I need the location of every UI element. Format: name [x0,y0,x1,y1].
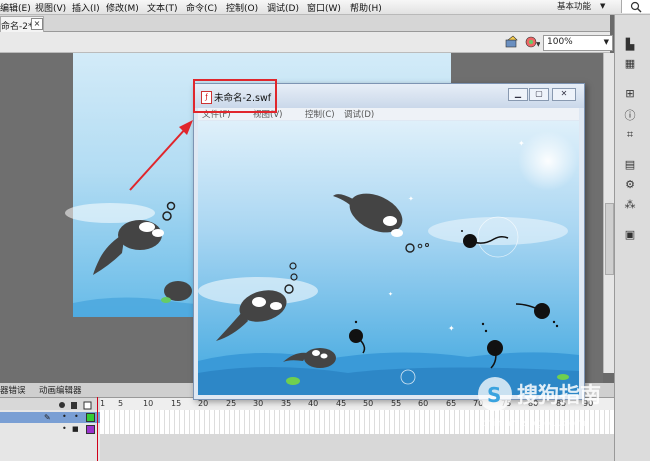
components-icon[interactable]: ▤ [623,158,637,172]
layer-color-swatch[interactable] [86,425,95,434]
dot-icon: • [74,412,79,421]
frame-number: 30 [253,399,264,408]
close-icon[interactable]: × [31,18,43,30]
eye-icon [59,402,65,408]
svg-text:▼: ▼ [536,41,540,48]
lock-icon: ■ [72,425,79,433]
frame-number: 55 [391,399,402,408]
tab-motion-editor[interactable]: 动画编辑器 [39,384,82,396]
frame-number: 1 [100,399,106,408]
menu-insert[interactable]: 插入(I) [72,1,100,14]
frame-number: 50 [363,399,374,408]
swf-scene: ✦ ✦ ✦ ✦ [198,121,579,395]
lock-icon [71,402,77,409]
maximize-button[interactable]: ▢ [529,88,549,101]
edit-symbol-icon[interactable] [505,35,519,49]
search-icon [630,1,642,13]
cloud [65,203,155,223]
playhead[interactable] [97,397,98,461]
right-panel: ▙ ▦ ⊞ ⓘ ⌗ ▤ ⚙ ⁂ ▣ [614,15,650,461]
edit-scene-icon[interactable]: ▼ [524,35,540,49]
layer-row[interactable]: • ■ [0,424,100,435]
sparkle: ✦ [448,324,455,333]
motion-icon[interactable]: ⁂ [623,198,637,212]
dot-icon: • [62,412,67,421]
close-button[interactable]: ✕ [552,88,576,101]
align-icon[interactable]: ⊞ [623,87,637,101]
library-icon[interactable]: ⚙ [623,178,637,192]
cloud [428,217,568,245]
frame-number: 25 [226,399,237,408]
watermark-logo: S [478,377,512,411]
tab-document-label: 命名-2* [1,22,33,32]
menu-window[interactable]: 窗口(W) [307,1,341,14]
swf-menu-debug[interactable]: 调试(D) [344,108,374,120]
menu-debug[interactable]: 调试(D) [267,1,299,14]
sparkle: ✦ [388,291,393,298]
color-icon[interactable]: ▙ [623,38,637,52]
frame-number: 10 [143,399,154,408]
layer-color-swatch[interactable] [86,413,95,422]
sparkle: ✦ [408,195,414,203]
zoom-select[interactable]: 100% ▼ [543,35,613,51]
frame-number: 20 [198,399,209,408]
frame-number: 40 [308,399,319,408]
swatch-icon[interactable]: ▦ [623,57,637,71]
swf-animation-canvas[interactable]: ✦ ✦ ✦ ✦ [198,121,579,395]
project-icon[interactable]: ▣ [623,228,637,242]
frame-number: 60 [418,399,429,408]
edit-bar: ▼ 100% ▼ [0,32,613,53]
chevron-down-icon[interactable]: ▼ [600,2,605,10]
chevron-down-icon: ▼ [603,38,609,46]
layer-row[interactable]: ✎ • • [0,412,100,423]
watermark-text: 搜狗指南 [517,383,601,407]
menu-text[interactable]: 文本(T) [147,1,178,14]
tab-document[interactable]: 命名-2* × [0,16,44,32]
swf-player-window[interactable]: ƒ 未命名-2.swf ▁ ▢ ✕ 文件(F) 视图(V) 控制(C) 调试(D… [193,83,585,400]
document-tab-bar: 命名-2* × [0,15,610,32]
menu-commands[interactable]: 命令(C) [186,1,217,14]
search-input[interactable] [621,0,650,13]
pencil-icon: ✎ [44,413,51,422]
tab-compiler-errors[interactable]: 器错误 [0,384,26,396]
frame-number: 15 [171,399,182,408]
workspace-switcher[interactable]: 基本功能 [557,0,591,12]
menu-help[interactable]: 帮助(H) [350,1,382,14]
frame-number: 5 [118,399,124,408]
highlight-box [193,79,277,113]
outline-icon [83,401,92,410]
menu-control[interactable]: 控制(O) [226,1,258,14]
fish [286,377,300,385]
menu-modify[interactable]: 修改(M) [106,1,139,14]
sun-glow [518,131,578,191]
watermark-url: zhinan.sogou.com [480,418,588,429]
menu-edit[interactable]: 编辑(E) [0,1,31,14]
frame-number: 45 [336,399,347,408]
scrollbar-thumb[interactable] [605,203,614,275]
minimize-button[interactable]: ▁ [508,88,528,101]
sparkle: ✦ [518,139,525,148]
zoom-value: 100% [547,37,573,47]
menu-view[interactable]: 视图(V) [35,1,66,14]
stage-vertical-scrollbar[interactable] [603,53,614,373]
dot-icon: • [62,424,67,433]
frame-number: 65 [446,399,457,408]
frame-number: 35 [281,399,292,408]
annotation-arrow [129,120,193,191]
layer-list: ✎ • • • ■ [0,410,100,461]
menu-bar: 编辑(E) 视图(V) 插入(I) 修改(M) 文本(T) 命令(C) 控制(O… [0,0,650,15]
svg-text:S: S [487,383,501,407]
swf-menu-control[interactable]: 控制(C) [305,108,335,120]
transform-icon[interactable]: ⌗ [623,128,637,142]
info-icon[interactable]: ⓘ [623,109,637,123]
